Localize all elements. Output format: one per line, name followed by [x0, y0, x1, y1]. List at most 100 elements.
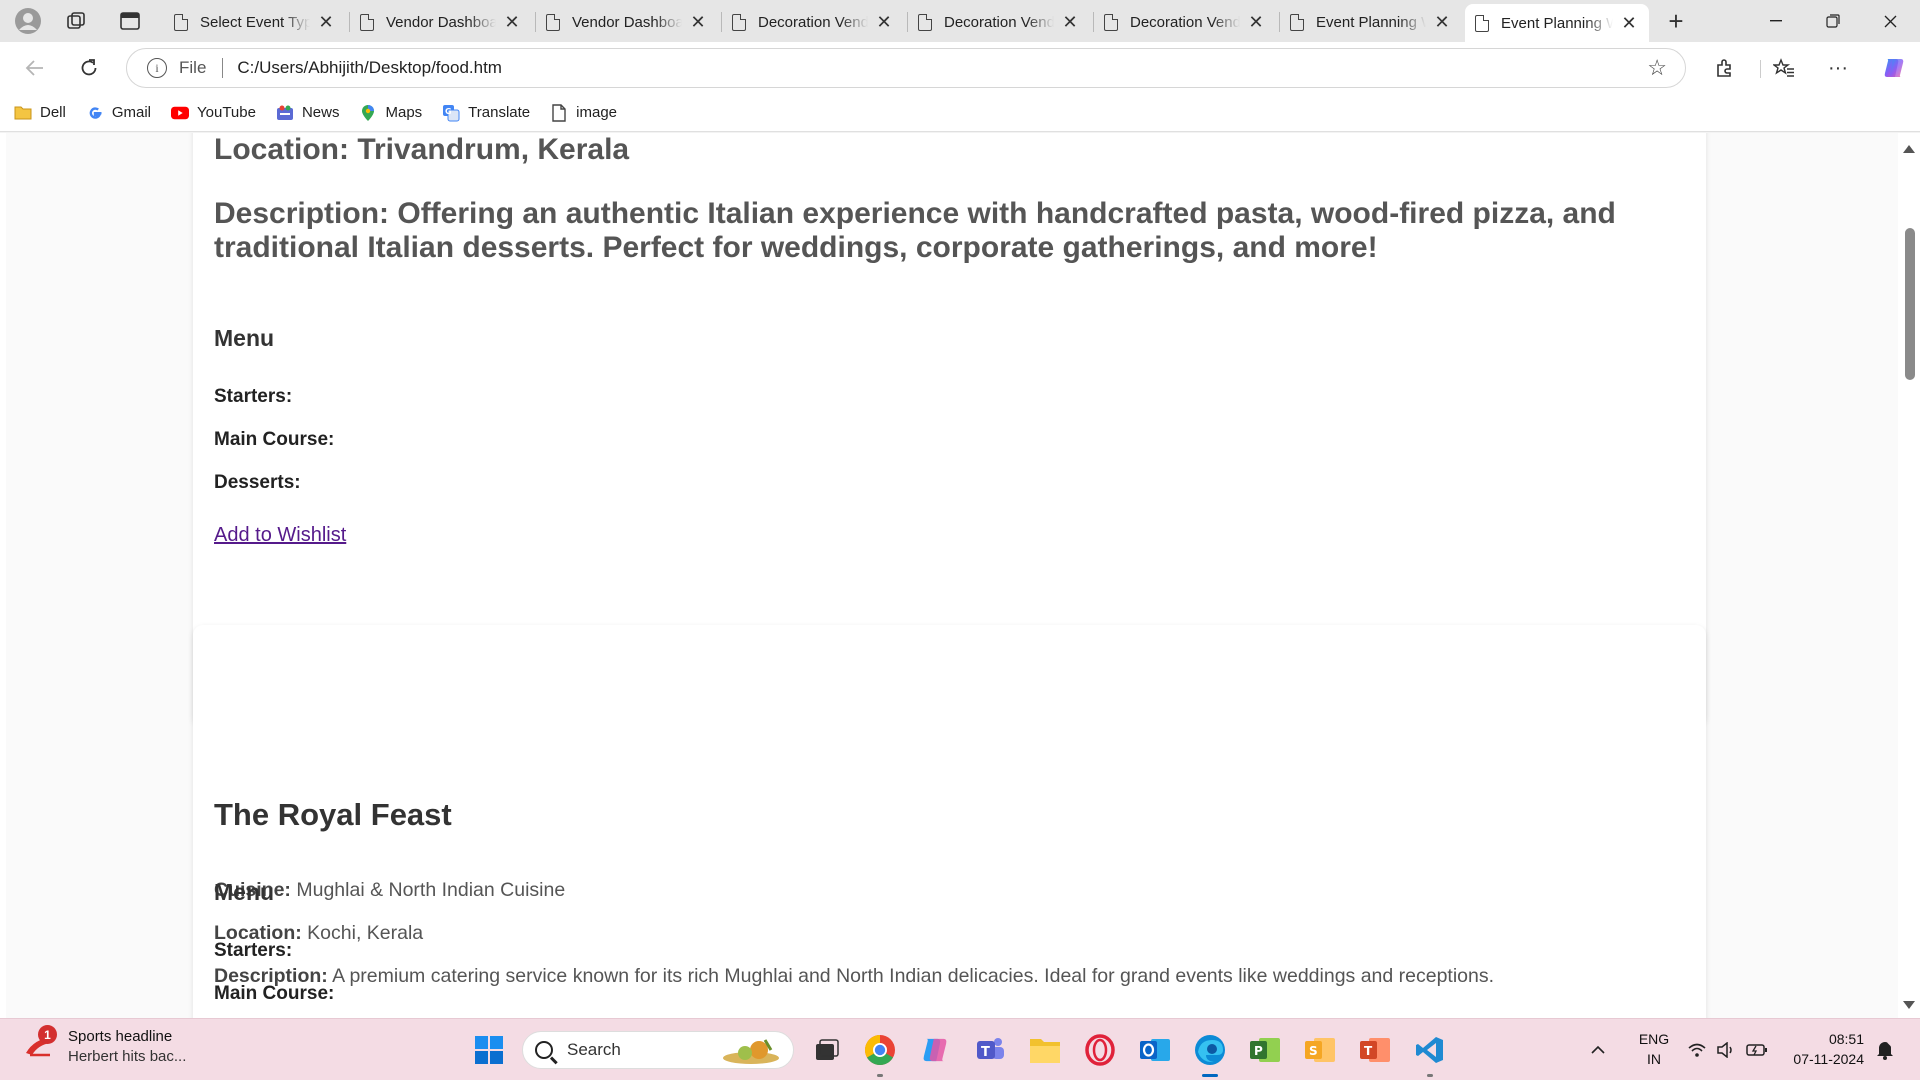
- outlook-icon[interactable]: [1135, 1030, 1175, 1070]
- favorite-image[interactable]: image: [550, 103, 618, 122]
- powerpoint-icon[interactable]: T: [1355, 1030, 1395, 1070]
- vendor-name: The Royal Feast: [214, 797, 452, 832]
- copilot-icon[interactable]: [1876, 52, 1912, 84]
- favorite-translate[interactable]: G Translate: [442, 104, 530, 121]
- edge-icon[interactable]: [1190, 1030, 1230, 1077]
- favorite-dell[interactable]: Dell: [14, 104, 66, 121]
- close-tab-icon[interactable]: ✕: [316, 12, 336, 33]
- settings-more-icon[interactable]: ···: [1820, 52, 1856, 84]
- teams-icon[interactable]: T: [970, 1030, 1010, 1070]
- page-icon: [1290, 13, 1304, 31]
- favorite-youtube[interactable]: YouTube: [171, 104, 256, 121]
- close-tab-icon[interactable]: ✕: [874, 12, 894, 33]
- browser-toolbar: i File C:/Users/Abhijith/Desktop/food.ht…: [0, 42, 1920, 94]
- minimize-icon[interactable]: [1748, 0, 1804, 42]
- chrome-icon[interactable]: [860, 1030, 900, 1077]
- close-tab-icon[interactable]: ✕: [502, 12, 522, 33]
- back-icon[interactable]: [18, 52, 52, 84]
- new-tab-icon[interactable]: +: [1658, 5, 1694, 37]
- workspaces-icon[interactable]: [58, 5, 94, 37]
- favorite-gmail[interactable]: Gmail: [86, 104, 151, 121]
- svg-text:T: T: [981, 1045, 990, 1060]
- opera-icon[interactable]: [1080, 1030, 1120, 1070]
- page-icon: [174, 13, 188, 31]
- favorite-label: image: [576, 104, 618, 121]
- task-view-icon[interactable]: [807, 1030, 847, 1070]
- menu-main-course: Main Course:: [214, 983, 335, 1004]
- scroll-up-icon[interactable]: [1903, 145, 1915, 153]
- tab-vendor-dashboard-1[interactable]: Vendor Dashboard ✕: [350, 4, 532, 40]
- favorite-label: Dell: [40, 104, 66, 121]
- taskbar-search[interactable]: Search: [522, 1031, 794, 1069]
- tab-event-planning-1[interactable]: Event Planning Website ✕: [1280, 4, 1462, 40]
- sway-icon[interactable]: S: [1300, 1030, 1340, 1070]
- notification-badge: 1: [38, 1025, 57, 1044]
- close-tab-icon[interactable]: ✕: [1060, 12, 1080, 33]
- file-explorer-icon[interactable]: [1025, 1030, 1065, 1070]
- news-widget[interactable]: 1 Sports headline Herbert hits bac...: [24, 1025, 186, 1067]
- extensions-icon[interactable]: [1706, 52, 1742, 84]
- scroll-down-icon[interactable]: [1903, 1001, 1915, 1009]
- language-indicator[interactable]: ENG IN: [1634, 1029, 1674, 1069]
- folder-icon: [14, 105, 32, 121]
- menu-heading: Menu: [214, 879, 275, 905]
- tab-decoration-vendor-2[interactable]: Decoration Vendor ✕: [908, 4, 1090, 40]
- page-icon: [918, 13, 932, 31]
- favorite-star-icon[interactable]: ☆: [1647, 55, 1667, 81]
- tab-decoration-vendor-1[interactable]: Decoration Vendor ✕: [722, 4, 904, 40]
- page-icon: [550, 103, 568, 122]
- vendor-description: Description: A premium catering service …: [214, 965, 1494, 988]
- battery-icon[interactable]: [1746, 1019, 1768, 1080]
- close-window-icon[interactable]: [1862, 0, 1918, 42]
- restore-icon[interactable]: [1805, 0, 1861, 42]
- project-icon[interactable]: P: [1245, 1030, 1285, 1070]
- address-url[interactable]: C:/Users/Abhijith/Desktop/food.htm: [237, 58, 1647, 78]
- profile-avatar-icon[interactable]: [10, 5, 46, 37]
- menu-heading: Menu: [214, 325, 275, 351]
- tab-decoration-vendor-3[interactable]: Decoration Vendor ✕: [1094, 4, 1276, 40]
- close-tab-icon[interactable]: ✕: [1246, 12, 1266, 33]
- close-tab-icon[interactable]: ✕: [688, 12, 708, 33]
- tab-strip: Select Event Type ✕ Vendor Dashboard ✕ V…: [0, 0, 1920, 42]
- close-tab-icon[interactable]: ✕: [1619, 13, 1639, 34]
- search-placeholder: Search: [567, 1040, 621, 1059]
- notifications-bell-icon[interactable]: [1876, 1019, 1894, 1080]
- region-code: IN: [1647, 1051, 1661, 1067]
- tab-title: Decoration Vendor: [944, 13, 1054, 31]
- tab-select-event-type[interactable]: Select Event Type ✕: [164, 4, 346, 40]
- vendor-location: Location: Trivandrum, Kerala: [214, 133, 630, 166]
- wifi-icon[interactable]: [1688, 1019, 1706, 1080]
- page-scrollbar[interactable]: [1898, 133, 1920, 1018]
- system-clock[interactable]: 08:51 07-11-2024: [1784, 1029, 1864, 1069]
- menu-desserts: Desserts:: [214, 472, 301, 493]
- favorite-news[interactable]: News: [276, 104, 339, 121]
- vscode-icon[interactable]: [1410, 1030, 1450, 1077]
- volume-icon[interactable]: [1716, 1019, 1736, 1080]
- favorites-icon[interactable]: [1766, 52, 1802, 84]
- show-hidden-icons[interactable]: [1590, 1019, 1606, 1080]
- close-tab-icon[interactable]: ✕: [1432, 12, 1452, 33]
- tab-title: Decoration Vendor: [1130, 13, 1240, 31]
- copilot-app-icon[interactable]: [915, 1030, 955, 1070]
- description-value: A premium catering service known for its…: [332, 965, 1495, 987]
- refresh-icon[interactable]: [72, 52, 106, 84]
- location-value: Kochi, Kerala: [307, 922, 424, 944]
- start-windows-icon[interactable]: [469, 1030, 509, 1070]
- tab-vendor-dashboard-2[interactable]: Vendor Dashboard ✕: [536, 4, 718, 40]
- tab-event-planning-active[interactable]: Event Planning Website ✕: [1465, 4, 1649, 42]
- address-scheme: File: [179, 58, 207, 77]
- cuisine-value: Mughlai & North Indian Cuisine: [296, 879, 566, 901]
- sports-news-icon: 1: [24, 1025, 58, 1061]
- favorite-maps[interactable]: Maps: [359, 104, 422, 121]
- site-info-icon[interactable]: i: [147, 58, 167, 78]
- add-to-wishlist-link[interactable]: Add to Wishlist: [214, 524, 346, 547]
- svg-text:T: T: [1364, 1044, 1373, 1058]
- maps-pin-icon: [359, 104, 377, 121]
- tab-actions-icon[interactable]: [112, 5, 148, 37]
- svg-text:G: G: [445, 107, 452, 116]
- page-icon: [732, 13, 746, 31]
- address-bar[interactable]: i File C:/Users/Abhijith/Desktop/food.ht…: [126, 48, 1686, 88]
- tab-title: Select Event Type: [200, 13, 310, 31]
- favorite-label: Gmail: [111, 104, 152, 121]
- scrollbar-thumb[interactable]: [1905, 228, 1915, 380]
